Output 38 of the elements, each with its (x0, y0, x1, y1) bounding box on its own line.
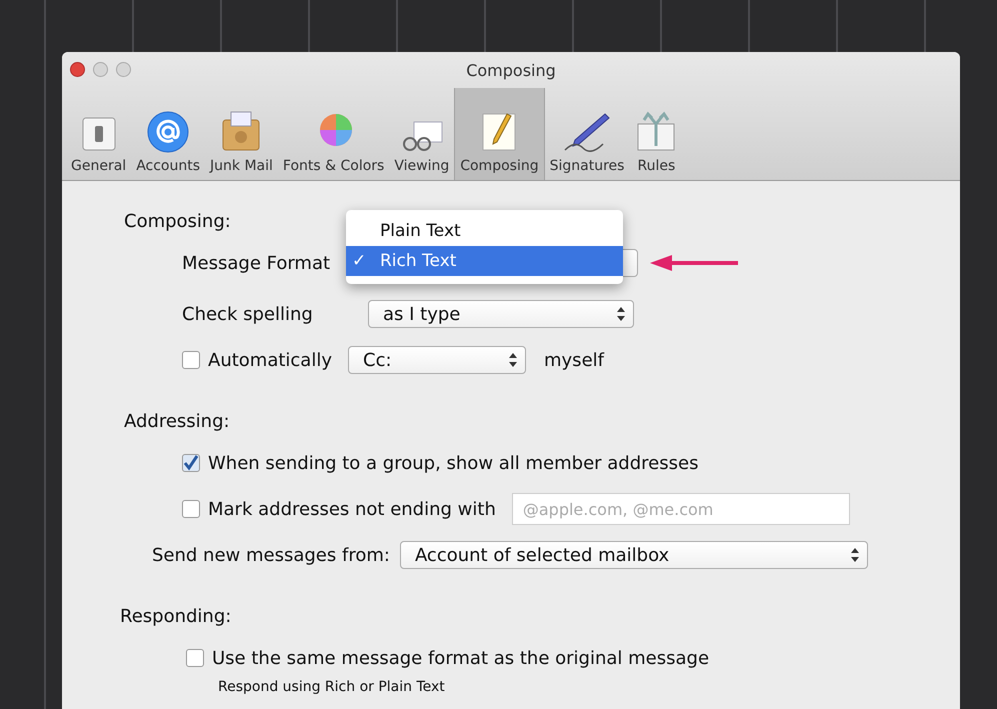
at-sign-icon (146, 110, 190, 154)
checkbox[interactable] (182, 454, 200, 472)
toolbar-tab[interactable]: Fonts & Colors (278, 88, 390, 180)
field-label: Check spelling (182, 304, 314, 324)
window-title: Composing (466, 60, 556, 80)
input-field[interactable]: @apple.com, @me.com (512, 493, 850, 525)
stepper-icon (617, 307, 625, 321)
field-label: Send new messages from: (152, 544, 390, 566)
toolbar-tab[interactable]: Composing (454, 88, 545, 180)
checkbox[interactable] (182, 500, 200, 518)
minimize-button[interactable] (93, 62, 108, 77)
checkbox-label: Automatically (208, 350, 332, 370)
stepper-icon (509, 353, 517, 367)
stepper-icon (850, 548, 859, 562)
menu-item[interactable]: Plain Text (346, 216, 623, 246)
section-heading: Responding: (120, 606, 232, 627)
menu-item[interactable]: ✓ Rich Text (346, 246, 623, 276)
popup-button[interactable]: Account of selected mailbox (400, 541, 868, 569)
toolbar-tab[interactable]: Signatures (544, 88, 630, 180)
checkbox-label: Use the same message format as the original message (212, 648, 710, 668)
help-text: Respond using Rich or Plain Text (217, 679, 446, 695)
checkbox[interactable] (186, 649, 204, 667)
popup-button[interactable]: as I type (368, 300, 634, 328)
section-heading: Composing: (124, 211, 231, 232)
checkbox-label: When sending to a group, show all member addresses (208, 452, 698, 474)
toolbar-tab[interactable]: General (66, 88, 132, 180)
checkbox[interactable] (182, 351, 200, 369)
toolbar-tab[interactable]: Rules (629, 88, 684, 180)
section-heading: Addressing: (124, 411, 230, 432)
checkbox-label: Mark addresses not ending with (208, 498, 496, 520)
zoom-button[interactable] (116, 62, 131, 77)
field-label: Message Format (182, 252, 330, 274)
field-label: myself (544, 350, 604, 370)
toolbar-tab[interactable]: Accounts (131, 88, 206, 180)
toolbar-tab[interactable]: Viewing (389, 88, 454, 180)
close-button[interactable] (70, 62, 85, 77)
toolbar-tab[interactable]: Junk Mail (205, 88, 278, 180)
popup-button[interactable]: Cc: (348, 346, 526, 374)
